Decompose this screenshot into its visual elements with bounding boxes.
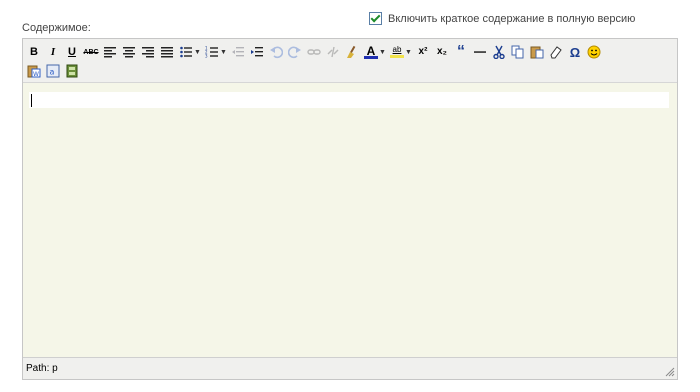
blockquote-button[interactable]: “ bbox=[453, 44, 469, 60]
text-color-button[interactable]: A bbox=[363, 44, 379, 60]
numbered-list-dropdown[interactable]: ▼ bbox=[220, 49, 227, 56]
outdent-icon bbox=[232, 47, 244, 57]
smiley-icon bbox=[587, 45, 601, 59]
strikethrough-button[interactable]: ABC bbox=[83, 44, 99, 60]
bullet-list-icon bbox=[180, 46, 192, 58]
insert-media-button[interactable] bbox=[64, 63, 80, 79]
paste-button[interactable] bbox=[529, 44, 545, 60]
content-label: Содержимое: bbox=[22, 22, 91, 34]
editor-toolbar: B I U ABC ▼ 123 ▼ A ▼ ab ▼ x² x₂ “ Ω W a bbox=[23, 39, 677, 82]
superscript-button[interactable]: x² bbox=[415, 44, 431, 60]
numbered-list-icon: 123 bbox=[205, 46, 218, 59]
include-summary-checkbox[interactable]: Включить краткое содержание в полную вер… bbox=[369, 12, 635, 25]
copy-icon bbox=[511, 45, 524, 59]
bold-button[interactable]: B bbox=[26, 44, 42, 60]
bullet-list-dropdown[interactable]: ▼ bbox=[194, 49, 201, 56]
bullet-list-button[interactable] bbox=[178, 44, 194, 60]
unlink-icon bbox=[327, 46, 339, 58]
align-center-icon bbox=[123, 47, 135, 58]
horizontal-rule-button[interactable] bbox=[472, 44, 488, 60]
checkbox-box[interactable] bbox=[369, 12, 382, 25]
redo-button[interactable] bbox=[287, 44, 303, 60]
undo-button[interactable] bbox=[268, 44, 284, 60]
editor-content-area[interactable] bbox=[23, 82, 677, 358]
toolbar-row-2: W a bbox=[26, 62, 83, 80]
paste-word-icon: W bbox=[27, 65, 41, 78]
emoticon-button[interactable] bbox=[586, 44, 602, 60]
element-path: Path: p bbox=[26, 363, 58, 374]
special-char-button[interactable]: Ω bbox=[567, 44, 583, 60]
link-button[interactable] bbox=[306, 44, 322, 60]
broom-icon bbox=[347, 45, 356, 58]
unlink-button[interactable] bbox=[325, 44, 341, 60]
scissors-icon bbox=[493, 45, 505, 59]
text-color-bar bbox=[364, 56, 378, 59]
paste-text-icon: a bbox=[46, 64, 60, 78]
paste-word-button[interactable]: W bbox=[26, 63, 42, 79]
remove-format-button[interactable] bbox=[548, 44, 564, 60]
svg-text:W: W bbox=[33, 71, 39, 78]
cleanup-button[interactable] bbox=[344, 44, 360, 60]
highlight-color-button[interactable]: ab bbox=[389, 44, 405, 60]
align-right-icon bbox=[142, 47, 154, 58]
eraser-icon bbox=[550, 46, 562, 59]
align-justify-icon bbox=[161, 47, 173, 58]
numbered-list-button[interactable]: 123 bbox=[204, 44, 220, 60]
copy-button[interactable] bbox=[510, 44, 526, 60]
subscript-button[interactable]: x₂ bbox=[434, 44, 450, 60]
cut-button[interactable] bbox=[491, 44, 507, 60]
align-right-button[interactable] bbox=[140, 44, 156, 60]
italic-button[interactable]: I bbox=[45, 44, 61, 60]
svg-text:a: a bbox=[50, 68, 55, 77]
redo-icon bbox=[288, 46, 301, 59]
outdent-button[interactable] bbox=[230, 44, 246, 60]
paste-text-button[interactable]: a bbox=[45, 63, 61, 79]
indent-icon bbox=[251, 47, 263, 57]
link-icon bbox=[307, 49, 321, 55]
text-color-dropdown[interactable]: ▼ bbox=[379, 49, 386, 56]
horizontal-rule-icon bbox=[474, 51, 486, 53]
align-justify-button[interactable] bbox=[159, 44, 175, 60]
text-caret bbox=[31, 94, 32, 107]
toolbar-row-1: B I U ABC ▼ 123 ▼ A ▼ ab ▼ x² x₂ “ Ω bbox=[26, 43, 605, 61]
underline-button[interactable]: U bbox=[64, 44, 80, 60]
align-left-icon bbox=[104, 47, 116, 58]
rich-text-editor: B I U ABC ▼ 123 ▼ A ▼ ab ▼ x² x₂ “ Ω W a… bbox=[22, 38, 678, 380]
include-summary-label: Включить краткое содержание в полную вер… bbox=[388, 12, 636, 25]
align-left-button[interactable] bbox=[102, 44, 118, 60]
film-icon bbox=[66, 64, 78, 78]
undo-icon bbox=[270, 46, 283, 59]
resize-grip-icon[interactable] bbox=[663, 365, 675, 377]
highlight-color-dropdown[interactable]: ▼ bbox=[405, 49, 412, 56]
svg-text:3: 3 bbox=[205, 54, 208, 59]
highlight-color-bar bbox=[390, 55, 404, 58]
align-center-button[interactable] bbox=[121, 44, 137, 60]
editor-paragraph[interactable] bbox=[29, 92, 669, 108]
editor-statusbar: Path: p bbox=[23, 357, 677, 379]
indent-button[interactable] bbox=[249, 44, 265, 60]
paste-icon bbox=[530, 46, 544, 59]
